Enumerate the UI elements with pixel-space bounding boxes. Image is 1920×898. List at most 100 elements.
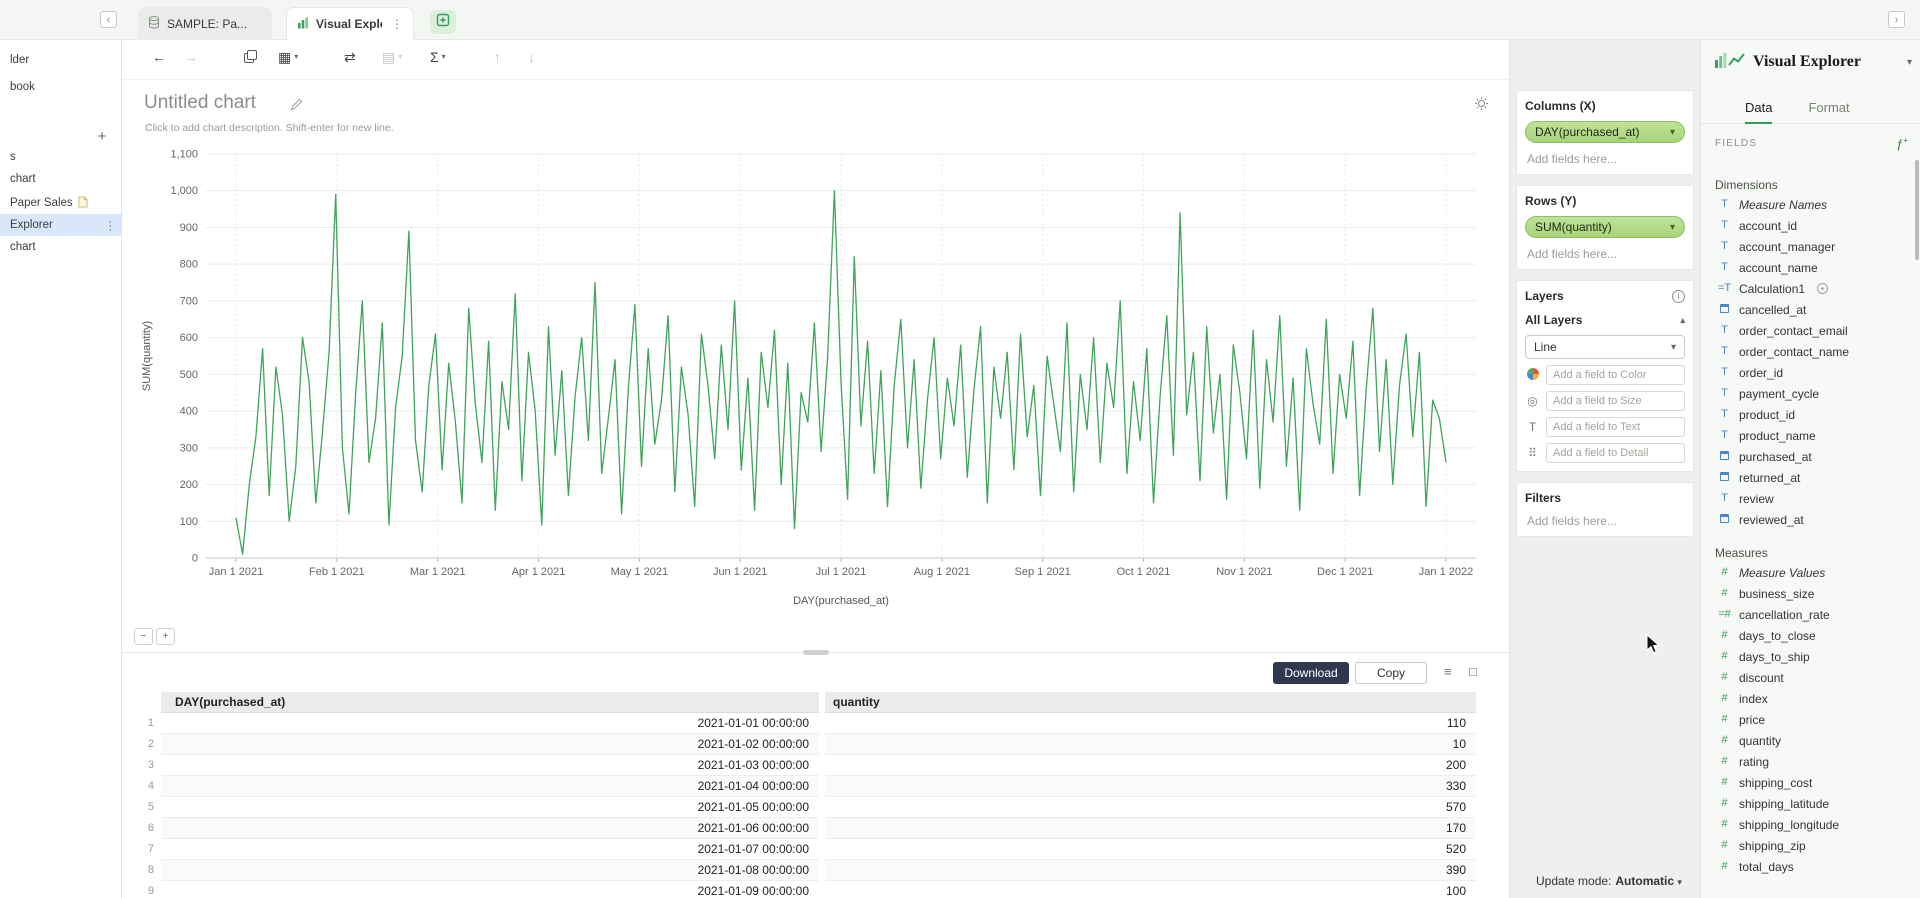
drop-box[interactable]: Add a field to Text	[1546, 417, 1685, 437]
expand-panel-icon[interactable]: ›	[1888, 11, 1905, 28]
tab-data[interactable]: Data	[1745, 96, 1772, 124]
field-item-cancelled-at[interactable]: cancelled_at	[1701, 299, 1920, 320]
chart-type-icon[interactable]: ▦▾	[278, 50, 298, 64]
collapse-sidebar-icon[interactable]: ‹	[100, 11, 117, 28]
field-item-account-name[interactable]: Taccount_name	[1701, 257, 1920, 278]
drop-box[interactable]: Add a field to Size	[1546, 391, 1685, 411]
cell-quantity[interactable]: 390	[825, 860, 1476, 881]
chart-title[interactable]: Untitled chart	[144, 92, 256, 114]
table-row[interactable]: 72021-01-07 00:00:00520	[122, 839, 1509, 860]
cell-quantity[interactable]: 110	[825, 713, 1476, 734]
cell-date[interactable]: 2021-01-07 00:00:00	[161, 839, 819, 860]
duplicate-chart-icon[interactable]	[244, 50, 257, 63]
field-item-calculation1[interactable]: =TCalculation1	[1701, 278, 1920, 299]
field-item-product-name[interactable]: Tproduct_name	[1701, 425, 1920, 446]
sidebar-item-chart[interactable]: chart	[0, 168, 122, 190]
field-item-quantity[interactable]: #quantity	[1701, 730, 1920, 751]
field-item-price[interactable]: #price	[1701, 709, 1920, 730]
row-view-icon[interactable]: ≡	[1444, 664, 1452, 679]
zoom-out-button[interactable]: −	[134, 628, 153, 645]
field-item-order-contact-email[interactable]: Torder_contact_email	[1701, 320, 1920, 341]
drop-target-detail[interactable]: ⠿Add a field to Detail	[1525, 443, 1685, 463]
cell-date[interactable]: 2021-01-02 00:00:00	[161, 734, 819, 755]
scrollbar-thumb[interactable]	[1915, 160, 1919, 260]
edit-title-icon[interactable]	[290, 98, 303, 116]
cell-quantity[interactable]: 330	[825, 776, 1476, 797]
field-item-rating[interactable]: #rating	[1701, 751, 1920, 772]
cell-quantity[interactable]: 170	[825, 818, 1476, 839]
field-item-shipping-zip[interactable]: #shipping_zip	[1701, 835, 1920, 856]
field-item-cancellation-rate[interactable]: =#cancellation_rate	[1701, 604, 1920, 625]
chart-description-placeholder[interactable]: Click to add chart description. Shift-en…	[145, 122, 394, 134]
add-item-button[interactable]: +	[90, 125, 114, 147]
sidebar-item-s[interactable]: s	[0, 146, 122, 168]
tab-menu-icon[interactable]: ⋮	[391, 17, 403, 31]
tab-format[interactable]: Format	[1808, 96, 1849, 124]
drop-box[interactable]: Add a field to Color	[1546, 365, 1685, 385]
zoom-in-button[interactable]: +	[156, 628, 175, 645]
cell-date[interactable]: 2021-01-03 00:00:00	[161, 755, 819, 776]
table-row[interactable]: 92021-01-09 00:00:00100	[122, 881, 1509, 898]
field-item-order-id[interactable]: Torder_id	[1701, 362, 1920, 383]
field-item-account-id[interactable]: Taccount_id	[1701, 215, 1920, 236]
table-row[interactable]: 62021-01-06 00:00:00170	[122, 818, 1509, 839]
cell-quantity[interactable]: 520	[825, 839, 1476, 860]
drop-target-text[interactable]: TAdd a field to Text	[1525, 417, 1685, 437]
field-item-days-to-close[interactable]: #days_to_close	[1701, 625, 1920, 646]
cell-quantity[interactable]: 200	[825, 755, 1476, 776]
field-item-index[interactable]: #index	[1701, 688, 1920, 709]
cell-date[interactable]: 2021-01-09 00:00:00	[161, 881, 819, 898]
table-row[interactable]: 82021-01-08 00:00:00390	[122, 860, 1509, 881]
field-item-shipping-longitude[interactable]: #shipping_longitude	[1701, 814, 1920, 835]
swap-axes-icon[interactable]: ⇄	[344, 50, 356, 64]
field-item-discount[interactable]: #discount	[1701, 667, 1920, 688]
chevron-down-icon[interactable]: ▾	[1907, 57, 1912, 68]
table-row[interactable]: 52021-01-05 00:00:00570	[122, 797, 1509, 818]
chevron-down-icon[interactable]: ▾	[1670, 127, 1675, 138]
update-mode-value[interactable]: Automatic	[1615, 874, 1674, 888]
calculation-info-icon[interactable]	[1817, 283, 1828, 294]
sidebar-item-lder[interactable]: lder	[0, 49, 122, 71]
download-button[interactable]: Download	[1273, 662, 1349, 684]
rows-pill[interactable]: SUM(quantity) ▾	[1525, 216, 1685, 238]
columns-pill[interactable]: DAY(purchased_at) ▾	[1525, 121, 1685, 143]
field-item-purchased-at[interactable]: purchased_at	[1701, 446, 1920, 467]
all-layers-toggle[interactable]: All Layers ▴	[1525, 313, 1685, 327]
new-exploration-button[interactable]	[430, 10, 456, 34]
sidebar-item-chart[interactable]: chart	[0, 236, 122, 258]
table-row[interactable]: 22021-01-02 00:00:0010	[122, 734, 1509, 755]
new-calculation-icon[interactable]: ƒ+	[1897, 136, 1908, 151]
field-item-measure-values[interactable]: #Measure Values	[1701, 562, 1920, 583]
field-item-reviewed-at[interactable]: reviewed_at	[1701, 509, 1920, 530]
field-item-returned-at[interactable]: returned_at	[1701, 467, 1920, 488]
table-view-icon[interactable]: □	[1469, 664, 1477, 679]
drop-target-size[interactable]: ◎Add a field to Size	[1525, 391, 1685, 411]
splitter-grip[interactable]	[803, 650, 829, 655]
field-item-account-manager[interactable]: Taccount_manager	[1701, 236, 1920, 257]
cell-date[interactable]: 2021-01-06 00:00:00	[161, 818, 819, 839]
field-item-business-size[interactable]: #business_size	[1701, 583, 1920, 604]
line-chart[interactable]: 01002003004005006007008009001,0001,100Ja…	[136, 144, 1492, 610]
chart-settings-icon[interactable]	[1474, 96, 1489, 116]
cell-date[interactable]: 2021-01-08 00:00:00	[161, 860, 819, 881]
cell-quantity[interactable]: 570	[825, 797, 1476, 818]
copy-button[interactable]: Copy	[1355, 662, 1427, 684]
columns-add-fields[interactable]: Add fields here...	[1525, 152, 1685, 166]
field-item-total-days[interactable]: #total_days	[1701, 856, 1920, 877]
aggregation-icon[interactable]: Σ▾	[430, 50, 446, 64]
table-row[interactable]: 42021-01-04 00:00:00330	[122, 776, 1509, 797]
field-item-order-contact-name[interactable]: Torder_contact_name	[1701, 341, 1920, 362]
panel-splitter[interactable]	[122, 652, 1509, 659]
field-item-shipping-cost[interactable]: #shipping_cost	[1701, 772, 1920, 793]
field-item-review[interactable]: Treview	[1701, 488, 1920, 509]
sidebar-item-book[interactable]: book	[0, 76, 122, 98]
drop-target-color[interactable]: Add a field to Color	[1525, 365, 1685, 385]
cell-quantity[interactable]: 100	[825, 881, 1476, 898]
layer-type-select[interactable]: Line ▾	[1525, 335, 1685, 359]
tab-sample-paper-sales[interactable]: SAMPLE: Pa...	[138, 7, 272, 40]
sidebar-item-paper-sales[interactable]: Paper Sales	[0, 192, 122, 214]
chevron-down-icon[interactable]: ▾	[1670, 222, 1675, 233]
field-item-shipping-latitude[interactable]: #shipping_latitude	[1701, 793, 1920, 814]
update-mode-control[interactable]: Update mode:Automatic ▾	[1536, 874, 1682, 888]
column-header-quantity[interactable]: quantity	[825, 692, 1476, 713]
